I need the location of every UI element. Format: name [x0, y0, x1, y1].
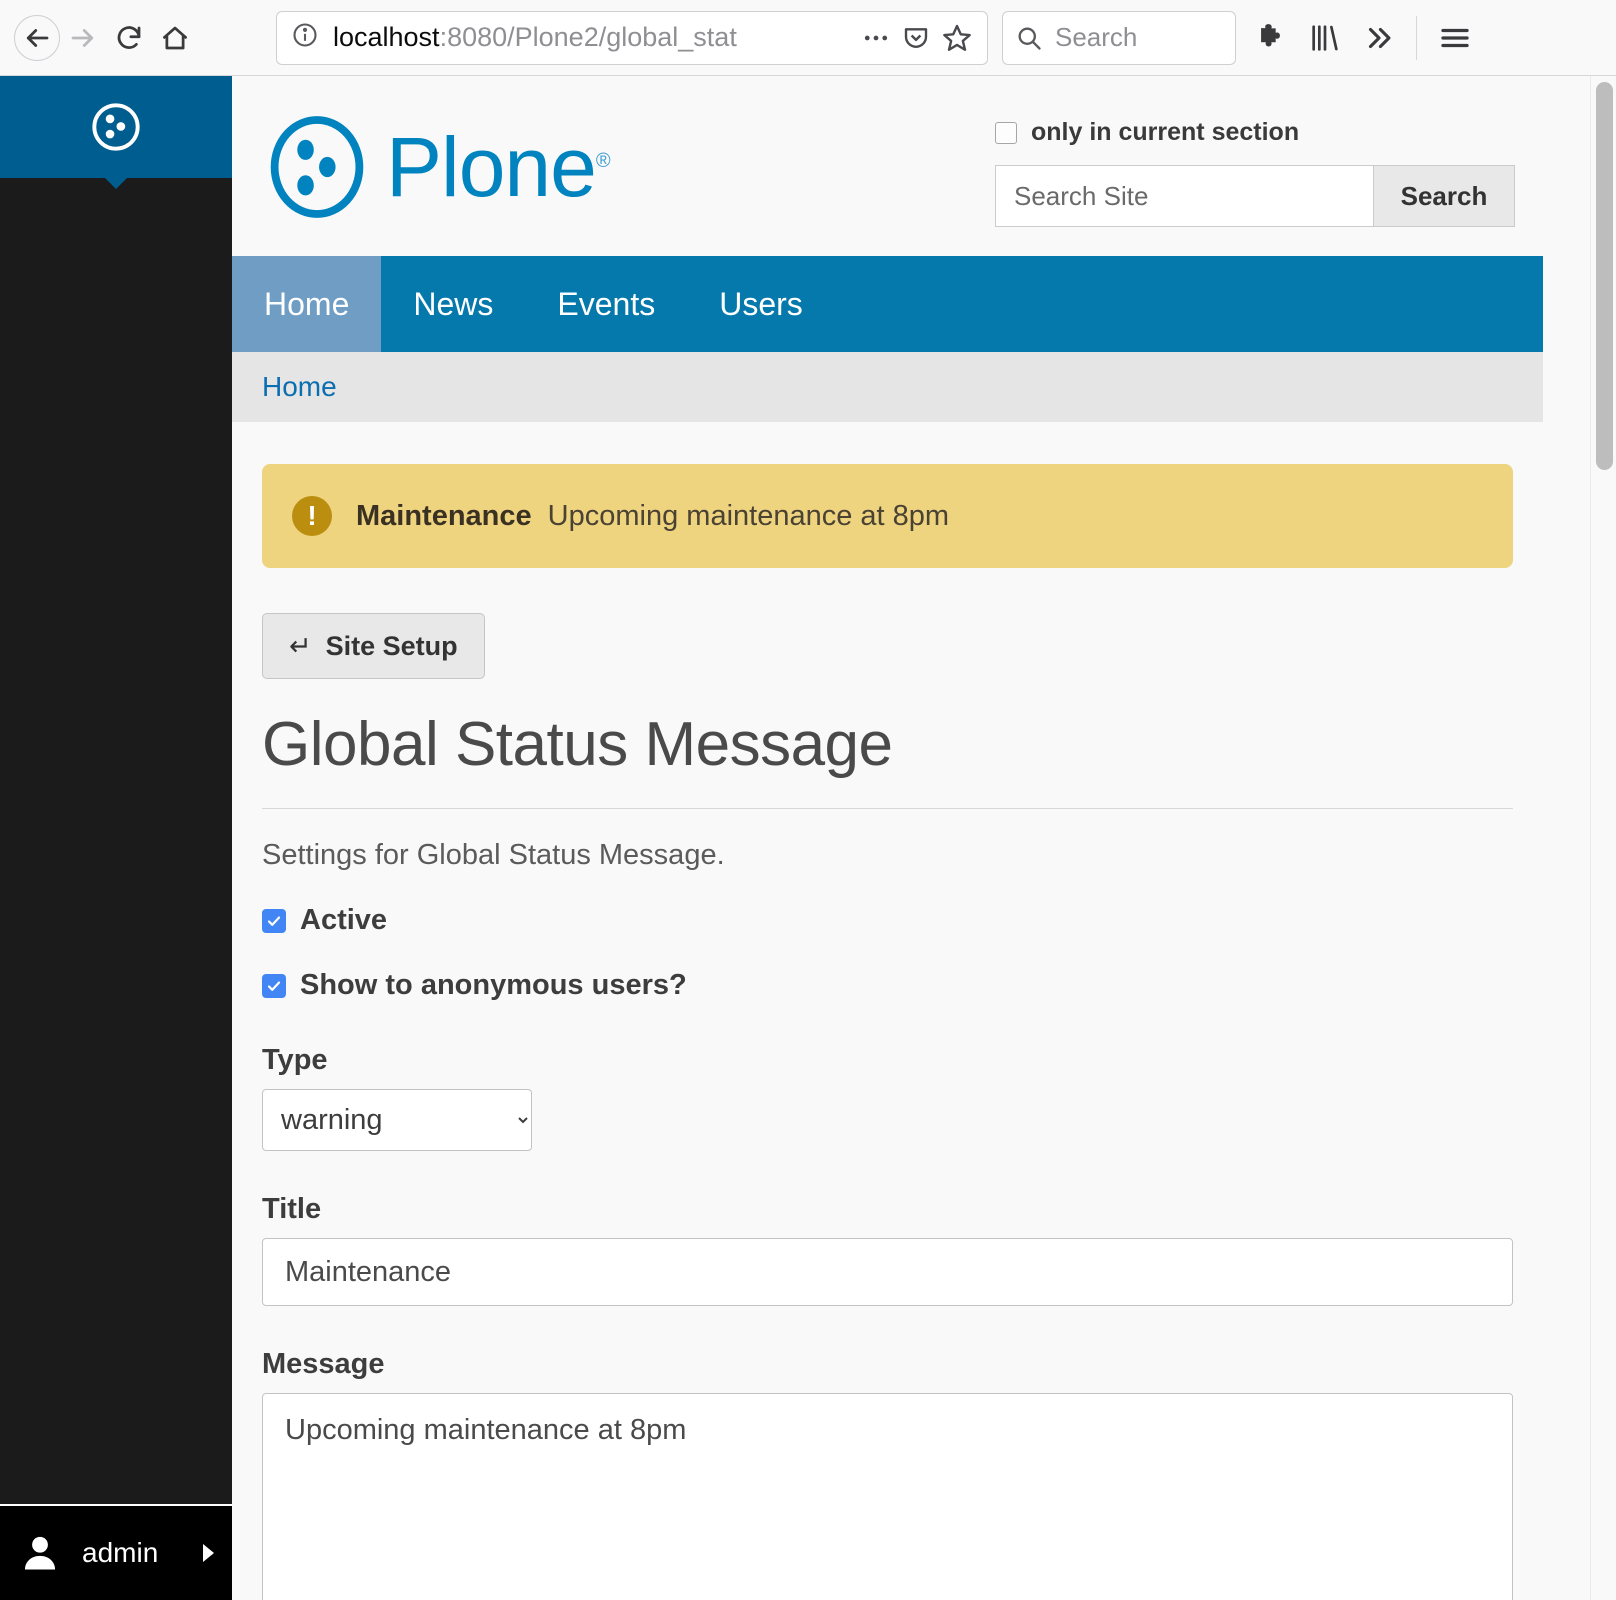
type-field-label: Type [262, 1044, 1513, 1077]
title-input[interactable] [262, 1238, 1513, 1306]
pocket-button[interactable] [901, 23, 931, 53]
arrow-left-icon [22, 23, 52, 53]
site-search-group: Search [995, 165, 1515, 227]
hamburger-menu-icon [1437, 20, 1473, 56]
url-path: :8080/Plone2/global_stat [440, 22, 737, 52]
toolbar-personal-bar[interactable]: admin [0, 1504, 232, 1600]
plone-toolbar: admin [0, 76, 232, 1600]
puzzle-piece-icon [1254, 21, 1288, 55]
plone-logo-icon [262, 112, 372, 222]
reload-button[interactable] [106, 15, 152, 61]
page-viewport: Plone® only in current section Search Ho… [232, 76, 1600, 1600]
bookmark-button[interactable] [941, 22, 973, 54]
page-actions-button[interactable] [861, 23, 891, 53]
site-setup-back-button[interactable]: ↵ Site Setup [262, 613, 485, 679]
home-button[interactable] [152, 15, 198, 61]
site-setup-back-label: Site Setup [326, 631, 458, 662]
page-scrollbar-track[interactable] [1590, 76, 1616, 1600]
search-scope-row[interactable]: only in current section [995, 118, 1515, 147]
field-show-anonymous[interactable]: Show to anonymous users? [262, 969, 1513, 1002]
browser-actions [1254, 16, 1493, 60]
breadcrumb-item-home[interactable]: Home [262, 371, 337, 403]
url-host: localhost [333, 22, 440, 52]
nav-item-events[interactable]: Events [525, 256, 687, 352]
overflow-button[interactable] [1362, 21, 1396, 55]
site-brand-name: Plone® [386, 119, 610, 216]
library-button[interactable] [1308, 21, 1342, 55]
site-header: Plone® only in current section Search [232, 76, 1543, 256]
return-arrow-icon: ↵ [289, 631, 312, 662]
page-scrollbar-thumb[interactable] [1596, 82, 1613, 470]
plone-logo-icon [90, 101, 142, 153]
nav-item-home[interactable]: Home [232, 256, 381, 352]
page-title: Global Status Message [262, 709, 1513, 809]
arrow-right-icon [68, 23, 98, 53]
toolbar-user-name: admin [82, 1537, 203, 1569]
forward-button[interactable] [60, 15, 106, 61]
app-menu-button[interactable] [1437, 20, 1473, 56]
registered-mark: ® [596, 150, 610, 172]
exclamation-circle-icon: ! [292, 496, 332, 536]
toolbar-logo-button[interactable] [0, 76, 232, 178]
site-search-button[interactable]: Search [1373, 165, 1515, 227]
only-current-section-label: only in current section [1031, 118, 1299, 147]
show-anonymous-label: Show to anonymous users? [300, 969, 687, 1002]
type-select[interactable]: info warning error [262, 1089, 532, 1151]
toolbar-divider [1416, 16, 1417, 60]
active-checkbox[interactable] [262, 909, 286, 933]
status-message-title: Maintenance [356, 500, 532, 533]
show-anonymous-checkbox[interactable] [262, 974, 286, 998]
star-icon [941, 22, 973, 54]
form-description: Settings for Global Status Message. [262, 839, 1513, 872]
reload-icon [114, 23, 144, 53]
check-icon [266, 978, 282, 994]
back-button[interactable] [14, 15, 60, 61]
browser-search-placeholder: Search [1055, 22, 1137, 53]
browser-search-bar[interactable]: Search [1002, 11, 1236, 65]
title-field-label: Title [262, 1193, 1513, 1226]
content-spacer [232, 422, 1543, 464]
check-icon [266, 913, 282, 929]
site-search-area: only in current section Search [995, 118, 1515, 227]
message-field-label: Message [262, 1348, 1513, 1381]
main-navigation: Home News Events Users [232, 256, 1543, 352]
status-message-banner: ! Maintenance Upcoming maintenance at 8p… [262, 464, 1513, 568]
double-chevron-right-icon [1362, 21, 1396, 55]
breadcrumb: Home [232, 352, 1543, 422]
nav-item-news[interactable]: News [381, 256, 525, 352]
message-textarea[interactable]: Upcoming maintenance at 8pm [262, 1393, 1513, 1600]
user-avatar-icon [18, 1531, 62, 1575]
address-bar[interactable]: localhost:8080/Plone2/global_stat [276, 11, 988, 65]
library-icon [1308, 21, 1342, 55]
caret-right-icon [203, 1544, 214, 1562]
pocket-icon [901, 23, 931, 53]
home-icon [160, 23, 190, 53]
active-label: Active [300, 904, 387, 937]
magnifier-icon [1015, 24, 1043, 52]
site-search-input[interactable] [995, 165, 1373, 227]
page-content: Plone® only in current section Search Ho… [232, 76, 1543, 1600]
field-active[interactable]: Active [262, 904, 1513, 937]
nav-item-users[interactable]: Users [687, 256, 835, 352]
only-current-section-checkbox[interactable] [995, 122, 1017, 144]
url-text: localhost:8080/Plone2/global_stat [333, 22, 851, 53]
ellipsis-icon [861, 23, 891, 53]
extensions-button[interactable] [1254, 21, 1288, 55]
site-logo-link[interactable]: Plone® [262, 112, 610, 222]
status-message-body: Upcoming maintenance at 8pm [548, 500, 949, 533]
info-circle-icon[interactable] [291, 21, 319, 54]
browser-toolbar: localhost:8080/Plone2/global_stat Search [0, 0, 1616, 76]
main-column: ↵ Site Setup Global Status Message Setti… [232, 568, 1543, 1600]
